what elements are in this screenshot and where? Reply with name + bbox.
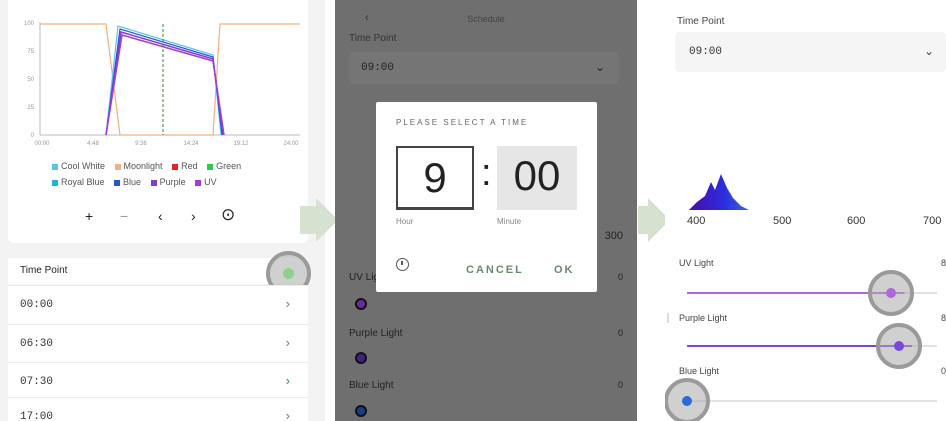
- clock-icon[interactable]: [396, 258, 409, 271]
- time-point-select[interactable]: 09:00 ⌄: [349, 52, 619, 84]
- spectrum-tick: 500: [773, 215, 792, 227]
- chevron-right-icon: ›: [285, 408, 290, 421]
- uv-light-slider[interactable]: [665, 270, 946, 316]
- chart-card: 100 75 50 25 0 00:00 4:48 9:36 14:24 19:…: [8, 0, 308, 243]
- blue-slider-thumb[interactable]: [355, 405, 367, 417]
- moonlight-series: [40, 23, 300, 136]
- blue-light-value: 0: [940, 366, 946, 376]
- hour-caption: Hour: [396, 217, 414, 226]
- schedule-chart: 100 75 50 25 0 00:00 4:48 9:36 14:24 19:…: [24, 21, 300, 147]
- blue-light-label: Blue Light: [679, 366, 720, 376]
- purple-light-label: Purple Light: [349, 328, 403, 339]
- time-point-row[interactable]: 07:30 ›: [8, 362, 308, 401]
- slider-thumb[interactable]: [893, 341, 904, 351]
- chevron-right-icon: ›: [285, 373, 290, 388]
- remove-point-button[interactable]: −: [120, 208, 128, 224]
- legend-item: Red: [172, 161, 198, 171]
- time-separator: :: [481, 152, 492, 194]
- blue-light-slider[interactable]: [665, 378, 946, 421]
- slider-thumb[interactable]: [682, 396, 692, 406]
- uv-slider-thumb[interactable]: [355, 298, 367, 310]
- y-tick: 50: [27, 77, 34, 83]
- next-point-button[interactable]: ›: [191, 208, 196, 224]
- blue-light-label: Blue Light: [349, 380, 394, 391]
- chevron-right-icon: ›: [285, 296, 290, 311]
- preview-icon[interactable]: ⊙: [221, 205, 235, 225]
- y-tick: 75: [27, 49, 34, 55]
- purple-slider-thumb[interactable]: [355, 352, 367, 364]
- sliders: UV Light 8 Purple Light 8 Blue Light 0: [665, 258, 946, 421]
- x-tick: 19:12: [233, 141, 249, 147]
- slider-track: [687, 400, 937, 402]
- y-tick: 100: [24, 21, 35, 27]
- legend-item: Royal Blue: [52, 177, 105, 187]
- x-tick: 00:00: [34, 141, 50, 147]
- page-title: Schedule: [467, 14, 505, 24]
- spectrum-tick: 300: [604, 230, 623, 242]
- dialog-title: PLEASE SELECT A TIME: [396, 118, 529, 127]
- x-tick: 24:00: [283, 141, 299, 147]
- blue-light-value: 0: [617, 380, 623, 390]
- spectrum-graph: [689, 174, 749, 210]
- time-picker-dialog: PLEASE SELECT A TIME 9 : 00 Hour Minute …: [376, 102, 597, 292]
- time-picker-panel: ‹ Schedule Time Point 09:00 ⌄ 300 UV Lig…: [335, 0, 637, 421]
- step-arrow: [638, 206, 648, 234]
- chart-legend-row-2: Royal Blue Blue Purple UV: [52, 177, 224, 187]
- legend-item: Green: [207, 161, 241, 171]
- spectrum-tick: 400: [687, 215, 706, 227]
- time-point-value: 17:00: [20, 411, 54, 421]
- uv-light-label: UV Light: [679, 258, 714, 268]
- time-point-value: 09:00: [361, 62, 395, 74]
- time-point-value: 00:00: [20, 299, 54, 311]
- y-tick: 0: [31, 133, 35, 139]
- previous-point-button[interactable]: ‹: [158, 208, 163, 224]
- light-settings-panel: Time Point 09:00 ⌄ 400 500 600 700 UV Li…: [665, 0, 946, 421]
- time-point-header: Time Point: [8, 258, 308, 284]
- chevron-down-icon: ⌄: [923, 44, 934, 58]
- uv-light-value: 8: [940, 258, 946, 268]
- time-point-title: Time Point: [20, 265, 68, 276]
- time-point-value: 09:00: [689, 46, 723, 58]
- legend-item: UV: [195, 177, 217, 187]
- minute-caption: Minute: [497, 217, 522, 226]
- minute-input[interactable]: 00: [497, 146, 577, 210]
- x-tick: 4:48: [87, 141, 99, 147]
- chart-legend: Cool White Moonlight Red Green: [52, 161, 248, 171]
- x-tick: 14:24: [183, 141, 199, 147]
- purple-light-slider[interactable]: [665, 323, 946, 369]
- purple-light-value: 8: [940, 313, 946, 323]
- time-point-label: Time Point: [349, 33, 397, 44]
- chevron-down-icon: ⌄: [594, 60, 605, 74]
- uv-light-value: 0: [617, 272, 623, 282]
- add-point-button[interactable]: +: [85, 208, 93, 224]
- add-time-point-button[interactable]: [283, 268, 294, 279]
- purple-light-value: 0: [617, 328, 623, 338]
- y-tick: 25: [27, 105, 34, 111]
- legend-item: Purple: [150, 177, 186, 187]
- time-point-row[interactable]: 17:00 ›: [8, 397, 308, 421]
- spectrum-tick: 700: [923, 215, 942, 227]
- hour-input[interactable]: 9: [396, 146, 474, 210]
- legend-item: Cool White: [52, 161, 105, 171]
- purple-light-label: Purple Light: [667, 313, 727, 323]
- time-point-row[interactable]: 06:30 ›: [8, 324, 308, 363]
- legend-item: Moonlight: [114, 161, 163, 171]
- uv-series: [105, 34, 225, 136]
- time-point-value: 06:30: [20, 338, 54, 350]
- x-tick: 9:36: [135, 141, 147, 147]
- schedule-chart-panel: 100 75 50 25 0 00:00 4:48 9:36 14:24 19:…: [0, 0, 325, 421]
- legend-item: Blue: [114, 177, 141, 187]
- time-point-value: 07:30: [20, 376, 54, 388]
- step-arrow: [300, 206, 316, 234]
- time-point-row[interactable]: 00:00 ›: [8, 285, 308, 324]
- ok-button[interactable]: OK: [554, 264, 575, 276]
- chevron-right-icon: ›: [285, 335, 290, 350]
- spectrum-tick: 600: [847, 215, 866, 227]
- time-point-select[interactable]: 09:00 ⌄: [675, 32, 946, 72]
- time-point-label: Time Point: [677, 16, 725, 27]
- cancel-button[interactable]: CANCEL: [466, 264, 524, 276]
